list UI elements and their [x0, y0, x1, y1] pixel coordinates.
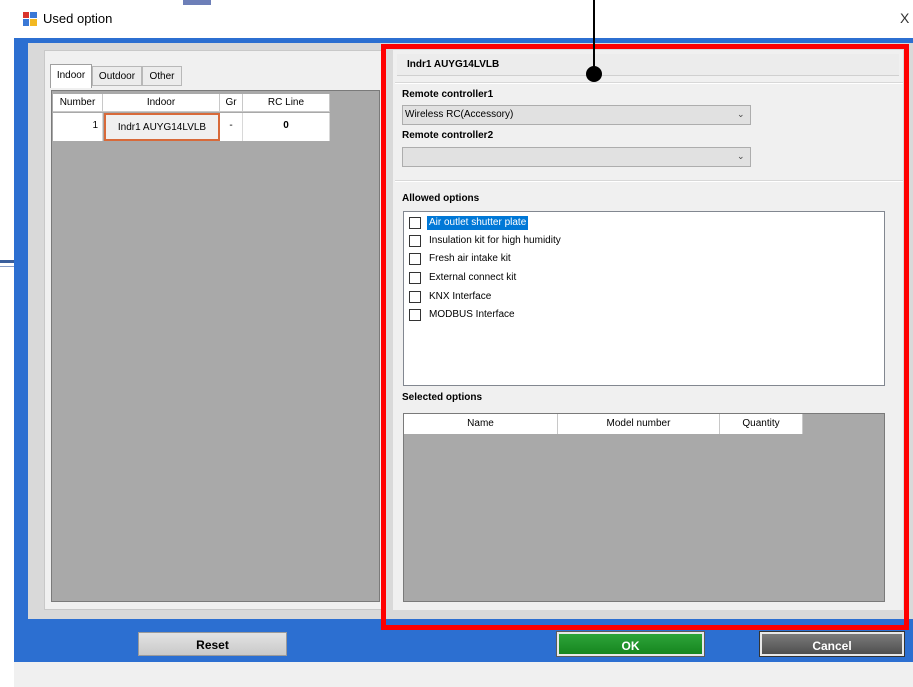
column-header-number[interactable]: Number: [53, 94, 103, 112]
tab-indoor[interactable]: Indoor: [50, 64, 92, 88]
tab-outdoor[interactable]: Outdoor: [92, 66, 142, 86]
background-left-edge: [0, 0, 14, 687]
status-strip: [14, 662, 913, 687]
table-cell-gr[interactable]: -: [220, 113, 243, 141]
column-header-rc-line[interactable]: RC Line: [243, 94, 330, 112]
indoor-grid: [51, 90, 380, 602]
table-cell-indoor[interactable]: Indr1 AUYG14LVLB: [104, 113, 220, 141]
annotation-pointer-dot: [586, 66, 602, 82]
annotation-highlight-box: [381, 44, 909, 630]
window-title: Used option: [43, 11, 113, 26]
column-header-indoor[interactable]: Indoor: [103, 94, 220, 112]
table-cell-number[interactable]: 1: [53, 113, 103, 141]
background-window-fragment-line: [0, 266, 14, 267]
table-cell-rc-line[interactable]: 0: [243, 113, 330, 141]
cancel-button[interactable]: Cancel: [759, 631, 905, 657]
tab-other[interactable]: Other: [142, 66, 182, 86]
close-icon[interactable]: X: [900, 10, 909, 26]
window-app-icon: [23, 12, 37, 26]
annotation-pointer-line: [593, 0, 595, 68]
background-window-fragment: [0, 260, 14, 263]
ok-button[interactable]: OK: [556, 631, 705, 657]
background-window-fragment-top: [183, 0, 211, 5]
title-bar: [14, 0, 913, 38]
reset-button[interactable]: Reset: [138, 632, 287, 656]
column-header-gr[interactable]: Gr: [220, 94, 243, 112]
